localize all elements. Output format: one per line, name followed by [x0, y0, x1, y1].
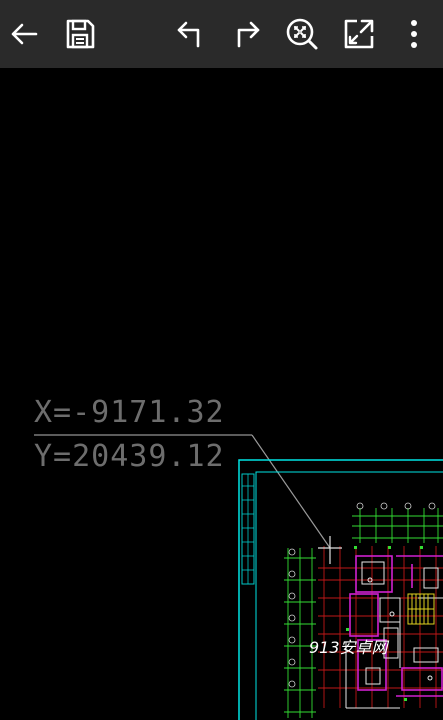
undo-button[interactable]	[167, 10, 215, 58]
toolbar	[0, 0, 443, 68]
back-button[interactable]	[0, 10, 48, 58]
arrow-left-icon	[11, 23, 38, 45]
floppy-disk-icon	[66, 19, 95, 49]
zoom-fit-button[interactable]	[278, 10, 326, 58]
watermark-text: 913安卓网	[309, 638, 388, 657]
more-vertical-icon	[411, 20, 417, 48]
cursor-y-coordinate: Y=20439.12	[34, 439, 225, 474]
fullscreen-button[interactable]	[335, 10, 383, 58]
cad-drawing-canvas[interactable]: X=-9171.32 Y=20439.12 913安卓网	[0, 68, 443, 720]
redo-button[interactable]	[222, 10, 270, 58]
undo-arrow-icon	[177, 21, 200, 48]
save-button[interactable]	[56, 10, 104, 58]
more-button[interactable]	[390, 10, 438, 58]
cursor-x-coordinate: X=-9171.32	[34, 395, 225, 430]
expand-icon	[344, 19, 374, 49]
magnifier-fit-icon	[286, 18, 318, 50]
redo-arrow-icon	[237, 21, 260, 48]
cad-floor-plan	[34, 434, 443, 720]
